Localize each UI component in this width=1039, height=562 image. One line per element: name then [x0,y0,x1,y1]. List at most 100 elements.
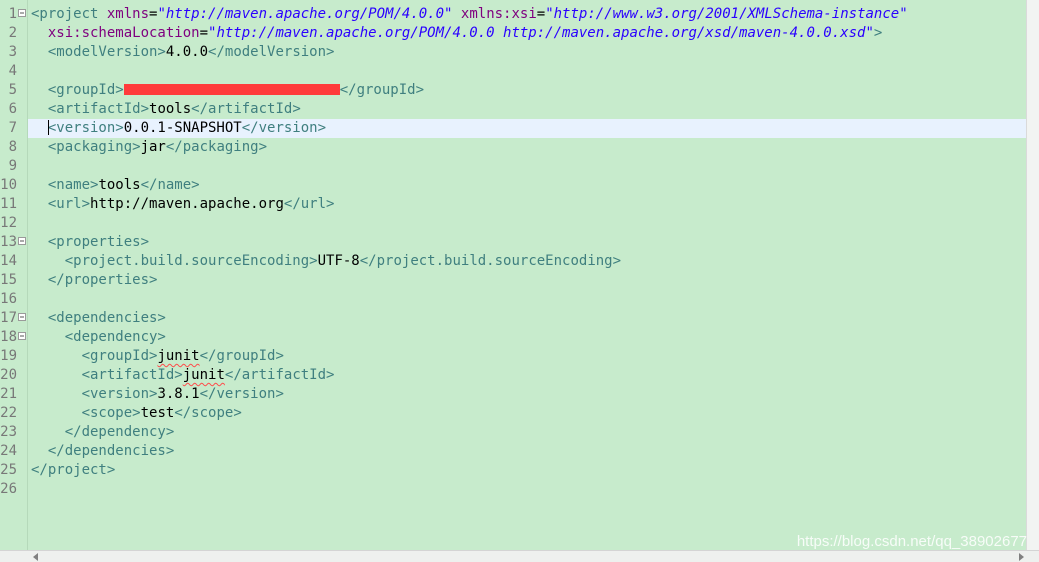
code-line-text: <modelVersion>4.0.0</modelVersion> [31,43,335,62]
current-code-line[interactable]: <version>0.0.1-SNAPSHOT</version> [28,119,1026,138]
code-line-text: <name>tools</name> [31,176,200,195]
collapse-minus-icon[interactable] [18,332,26,340]
code-line[interactable]: <artifactId>tools</artifactId> [28,100,1026,119]
xml-text [31,25,48,41]
xml-text [31,177,48,193]
xml-tag: <project.build.sourceEncoding> [64,253,318,269]
xml-tag: </modelVersion> [208,44,335,60]
code-line-text: <scope>test</scope> [31,404,242,423]
xml-tag: <packaging> [47,139,141,155]
code-line[interactable]: <dependency> [28,328,1026,347]
xml-text: test [140,405,175,421]
redacted-value [123,83,340,95]
code-line[interactable]: </project> [28,461,1026,480]
xml-tag: <artifactId> [47,101,150,117]
line-number: 4 [8,63,17,79]
code-line-text: <properties> [31,233,149,252]
overview-ruler[interactable] [1026,0,1039,550]
code-line[interactable]: xsi:schemaLocation="http://maven.apache.… [28,24,1026,43]
code-line[interactable]: <project xmlns = "http://maven.apache.org/… [28,5,1026,24]
xml-text: = [199,25,209,41]
code-line[interactable] [28,480,1026,499]
xml-text [31,101,48,117]
xml-text: tools [98,177,141,193]
xml-tag: <version> [81,386,158,402]
xml-text [31,348,82,364]
line-number: 23 [0,424,17,440]
code-line[interactable]: <groupId>junit</groupId> [28,347,1026,366]
code-line[interactable]: <project.build.sourceEncoding>UTF-8</pro… [28,252,1026,271]
code-line[interactable]: <version>3.8.1</version> [28,385,1026,404]
spell-error-text: junit [157,348,200,364]
xml-tag: </name> [140,177,200,193]
line-number: 10 [0,177,17,193]
xml-text [452,6,460,22]
line-number: 24 [0,443,17,459]
line-number: 15 [0,272,17,288]
code-line[interactable] [28,62,1026,81]
xml-text: UTF-8 [317,253,360,269]
code-line[interactable] [28,214,1026,233]
xml-text [31,196,48,212]
horizontal-scrollbar[interactable] [0,550,1039,562]
xml-text: = [536,6,546,22]
line-number: 21 [0,386,17,402]
scroll-left-arrow-icon[interactable] [33,553,38,561]
code-line-text: <version>0.0.1-SNAPSHOT</version> [31,119,326,138]
code-line[interactable]: <scope>test</scope> [28,404,1026,423]
code-line[interactable]: <groupId> </groupId> [28,81,1026,100]
line-number: 9 [8,158,17,174]
xml-text: http://maven.apache.org [90,196,284,212]
spell-error-text: junit [182,367,225,383]
code-line-text: </properties> [31,271,158,290]
line-number: 18 [0,329,17,345]
xml-tag: <modelVersion> [47,44,166,60]
line-number: 2 [8,25,17,41]
code-line[interactable]: <name>tools</name> [28,176,1026,195]
line-number: 17 [0,310,17,326]
xml-tag: <dependency> [64,329,166,345]
code-line-text: xsi:schemaLocation="http://maven.apache.… [31,24,882,43]
line-number: 8 [8,139,17,155]
code-line[interactable]: </properties> [28,271,1026,290]
xml-tag: <version> [47,120,124,136]
xml-editor[interactable]: 1 2 3 4 5 6 7 8 9 10 11 12 13 14 15 16 17 18 19 20 21 22 23 24 2… [0,0,1039,550]
xml-tag: </dependencies> [47,443,175,459]
collapse-minus-icon[interactable] [18,9,26,17]
code-area[interactable]: <project xmlns="http://maven.apache.org/… [28,0,1026,550]
line-number: 16 [0,291,17,307]
code-line-text: <artifactId>tools</artifactId> [31,100,301,119]
code-line[interactable]: <modelVersion>4.0.0</modelVersion> [28,43,1026,62]
xml-tag: </dependency> [64,424,175,440]
code-line[interactable]: </dependencies> [28,442,1026,461]
xml-tag: </artifactId> [224,367,335,383]
xml-tag: <dependencies> [47,310,166,326]
code-line[interactable] [28,290,1026,309]
code-line[interactable]: <url>http://maven.apache.org</url> [28,195,1026,214]
code-line[interactable]: <properties> [28,233,1026,252]
collapse-minus-icon[interactable] [18,313,26,321]
xml-tag: <groupId> [81,348,158,364]
line-number: 25 [0,462,17,478]
xml-tag: </version> [241,120,327,136]
code-line[interactable]: <dependencies> [28,309,1026,328]
xml-text: tools [149,101,192,117]
xml-text [31,139,48,155]
xml-attribute-value: "http://maven.apache.org/POM/4.0.0" [157,6,453,22]
code-line-text: <project xmlns = "http://maven.apache.org/… [31,5,908,24]
xml-attribute-value: "http://www.w3.org/2001/XMLSchema-instan… [545,6,908,22]
code-line[interactable] [28,157,1026,176]
scroll-right-arrow-icon[interactable] [1019,553,1024,561]
code-line[interactable]: </dependency> [28,423,1026,442]
xml-tag: </scope> [174,405,242,421]
line-number: 7 [8,120,17,136]
code-line[interactable]: <packaging>jar</packaging> [28,138,1026,157]
collapse-minus-icon[interactable] [18,237,26,245]
text-caret [47,119,49,135]
xml-text [31,424,65,440]
xml-attribute: xmlns [106,6,150,22]
line-number: 11 [0,196,17,212]
line-number: 19 [0,348,17,364]
line-number: 5 [8,82,17,98]
code-line[interactable]: <artifactId>junit</artifactId> [28,366,1026,385]
